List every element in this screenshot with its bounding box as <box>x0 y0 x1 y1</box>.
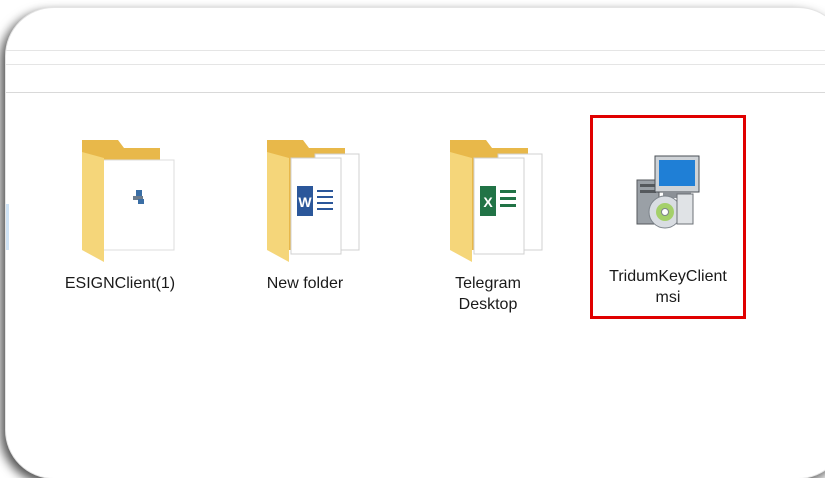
file-label: Telegram Desktop <box>455 275 521 313</box>
file-label: New folder <box>266 275 344 292</box>
nav-pane-scroll-indicator <box>6 204 9 250</box>
file-item-new-folder[interactable]: W New folder <box>235 130 375 294</box>
svg-text:W: W <box>298 194 312 210</box>
folder-with-word-icon: W <box>245 130 365 265</box>
header-divider <box>6 92 825 93</box>
toolbar-divider <box>6 64 825 65</box>
folder-with-app-icon <box>60 130 180 265</box>
file-label: ESIGNClient(1) <box>64 275 176 292</box>
toolbar-divider <box>6 50 825 51</box>
folder-with-excel-icon: X <box>428 130 548 265</box>
file-item-telegram-desktop[interactable]: X Telegram Desktop <box>418 130 558 315</box>
msi-installer-icon <box>623 150 713 240</box>
file-label: TridumKeyClient msi <box>609 268 727 306</box>
svg-text:X: X <box>483 194 493 210</box>
file-item-esignclient[interactable]: ESIGNClient(1) <box>50 130 190 294</box>
file-item-tridumkeyclient-msi[interactable]: TridumKeyClient msi <box>593 150 743 308</box>
